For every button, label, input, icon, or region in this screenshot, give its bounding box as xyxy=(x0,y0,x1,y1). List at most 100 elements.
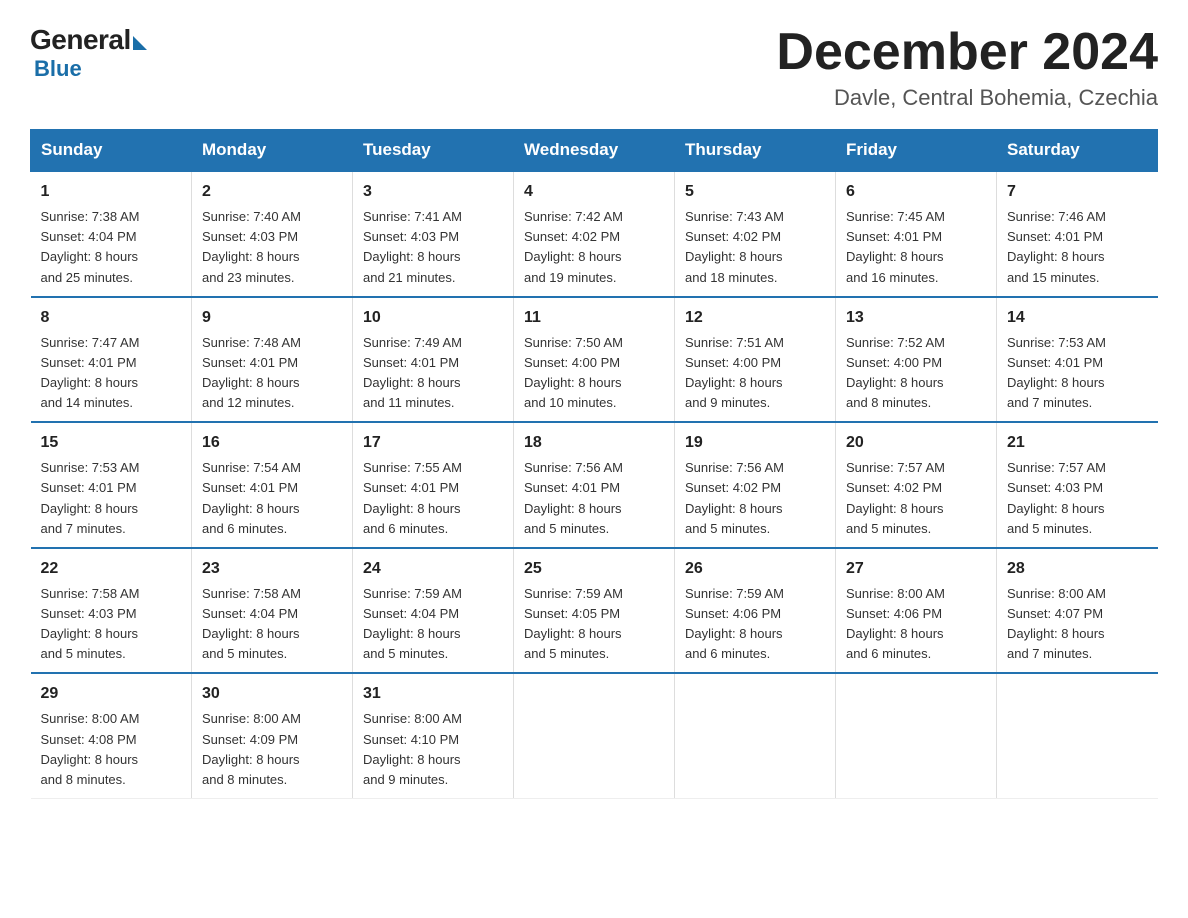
calendar-day-cell xyxy=(675,673,836,798)
calendar-week-row: 1 Sunrise: 7:38 AM Sunset: 4:04 PM Daylig… xyxy=(31,171,1158,297)
day-info: Sunrise: 7:38 AM Sunset: 4:04 PM Dayligh… xyxy=(41,207,182,288)
day-number: 8 xyxy=(41,306,182,330)
day-info: Sunrise: 8:00 AM Sunset: 4:07 PM Dayligh… xyxy=(1007,584,1148,665)
day-number: 23 xyxy=(202,557,342,581)
day-info: Sunrise: 7:57 AM Sunset: 4:03 PM Dayligh… xyxy=(1007,458,1148,539)
calendar-day-cell xyxy=(514,673,675,798)
calendar-day-header: Sunday xyxy=(31,130,192,172)
title-block: December 2024 Davle, Central Bohemia, Cz… xyxy=(776,24,1158,111)
day-number: 21 xyxy=(1007,431,1148,455)
calendar-day-cell: 2Sunrise: 7:40 AM Sunset: 4:03 PM Daylig… xyxy=(192,171,353,297)
calendar-day-cell: 5 Sunrise: 7:43 AM Sunset: 4:02 PM Daylig… xyxy=(675,171,836,297)
calendar-day-cell: 7 Sunrise: 7:46 AM Sunset: 4:01 PM Daylig… xyxy=(997,171,1158,297)
calendar-week-row: 8 Sunrise: 7:47 AM Sunset: 4:01 PM Daylig… xyxy=(31,297,1158,423)
calendar-day-cell: 23Sunrise: 7:58 AM Sunset: 4:04 PM Dayli… xyxy=(192,548,353,674)
calendar-week-row: 15 Sunrise: 7:53 AM Sunset: 4:01 PM Dayli… xyxy=(31,422,1158,548)
calendar-day-cell: 19 Sunrise: 7:56 AM Sunset: 4:02 PM Dayli… xyxy=(675,422,836,548)
day-number: 24 xyxy=(363,557,503,581)
calendar-day-header: Tuesday xyxy=(353,130,514,172)
calendar-day-cell: 24 Sunrise: 7:59 AM Sunset: 4:04 PM Dayli… xyxy=(353,548,514,674)
day-info: Sunrise: 7:41 AM Sunset: 4:03 PM Dayligh… xyxy=(363,207,503,288)
day-number: 25 xyxy=(524,557,664,581)
day-info: Sunrise: 7:59 AM Sunset: 4:06 PM Dayligh… xyxy=(685,584,825,665)
logo-arrow-icon xyxy=(133,36,147,50)
day-info: Sunrise: 7:51 AM Sunset: 4:00 PM Dayligh… xyxy=(685,333,825,414)
calendar-week-row: 29Sunrise: 8:00 AM Sunset: 4:08 PM Dayli… xyxy=(31,673,1158,798)
day-info: Sunrise: 7:56 AM Sunset: 4:02 PM Dayligh… xyxy=(685,458,825,539)
day-number: 1 xyxy=(41,180,182,204)
day-number: 5 xyxy=(685,180,825,204)
calendar-day-cell: 21 Sunrise: 7:57 AM Sunset: 4:03 PM Dayli… xyxy=(997,422,1158,548)
day-info: Sunrise: 7:54 AM Sunset: 4:01 PM Dayligh… xyxy=(202,458,342,539)
day-info: Sunrise: 7:43 AM Sunset: 4:02 PM Dayligh… xyxy=(685,207,825,288)
logo: General Blue xyxy=(30,24,147,82)
day-number: 10 xyxy=(363,306,503,330)
day-number: 6 xyxy=(846,180,986,204)
calendar-day-cell: 30 Sunrise: 8:00 AM Sunset: 4:09 PM Dayli… xyxy=(192,673,353,798)
day-number: 15 xyxy=(41,431,182,455)
calendar-day-cell: 12 Sunrise: 7:51 AM Sunset: 4:00 PM Dayli… xyxy=(675,297,836,423)
calendar-day-cell: 1 Sunrise: 7:38 AM Sunset: 4:04 PM Daylig… xyxy=(31,171,192,297)
day-info: Sunrise: 7:46 AM Sunset: 4:01 PM Dayligh… xyxy=(1007,207,1148,288)
day-number: 13 xyxy=(846,306,986,330)
calendar-day-header: Saturday xyxy=(997,130,1158,172)
calendar-day-cell: 14 Sunrise: 7:53 AM Sunset: 4:01 PM Dayli… xyxy=(997,297,1158,423)
calendar-day-cell: 22Sunrise: 7:58 AM Sunset: 4:03 PM Dayli… xyxy=(31,548,192,674)
day-number: 2 xyxy=(202,180,342,204)
calendar-header-row: SundayMondayTuesdayWednesdayThursdayFrid… xyxy=(31,130,1158,172)
calendar-day-cell: 17Sunrise: 7:55 AM Sunset: 4:01 PM Dayli… xyxy=(353,422,514,548)
calendar-day-cell xyxy=(836,673,997,798)
day-info: Sunrise: 7:56 AM Sunset: 4:01 PM Dayligh… xyxy=(524,458,664,539)
day-number: 12 xyxy=(685,306,825,330)
day-info: Sunrise: 8:00 AM Sunset: 4:09 PM Dayligh… xyxy=(202,709,342,790)
page-header: General Blue December 2024 Davle, Centra… xyxy=(30,24,1158,111)
day-number: 30 xyxy=(202,682,342,706)
day-number: 26 xyxy=(685,557,825,581)
day-info: Sunrise: 8:00 AM Sunset: 4:06 PM Dayligh… xyxy=(846,584,986,665)
day-info: Sunrise: 7:49 AM Sunset: 4:01 PM Dayligh… xyxy=(363,333,503,414)
calendar-day-header: Friday xyxy=(836,130,997,172)
day-info: Sunrise: 7:42 AM Sunset: 4:02 PM Dayligh… xyxy=(524,207,664,288)
day-number: 28 xyxy=(1007,557,1148,581)
calendar-day-cell: 15 Sunrise: 7:53 AM Sunset: 4:01 PM Dayli… xyxy=(31,422,192,548)
day-number: 7 xyxy=(1007,180,1148,204)
day-info: Sunrise: 7:53 AM Sunset: 4:01 PM Dayligh… xyxy=(1007,333,1148,414)
main-title: December 2024 xyxy=(776,24,1158,81)
calendar-day-cell: 25 Sunrise: 7:59 AM Sunset: 4:05 PM Dayli… xyxy=(514,548,675,674)
calendar-day-cell: 13 Sunrise: 7:52 AM Sunset: 4:00 PM Dayli… xyxy=(836,297,997,423)
calendar-day-cell: 6 Sunrise: 7:45 AM Sunset: 4:01 PM Daylig… xyxy=(836,171,997,297)
logo-general-text: General xyxy=(30,24,131,56)
day-info: Sunrise: 7:50 AM Sunset: 4:00 PM Dayligh… xyxy=(524,333,664,414)
calendar-day-header: Thursday xyxy=(675,130,836,172)
day-info: Sunrise: 7:57 AM Sunset: 4:02 PM Dayligh… xyxy=(846,458,986,539)
calendar-day-cell: 26 Sunrise: 7:59 AM Sunset: 4:06 PM Dayli… xyxy=(675,548,836,674)
calendar-day-cell: 20Sunrise: 7:57 AM Sunset: 4:02 PM Dayli… xyxy=(836,422,997,548)
day-info: Sunrise: 7:58 AM Sunset: 4:03 PM Dayligh… xyxy=(41,584,182,665)
day-info: Sunrise: 7:59 AM Sunset: 4:04 PM Dayligh… xyxy=(363,584,503,665)
calendar-day-cell: 4 Sunrise: 7:42 AM Sunset: 4:02 PM Daylig… xyxy=(514,171,675,297)
calendar-day-cell: 18 Sunrise: 7:56 AM Sunset: 4:01 PM Dayli… xyxy=(514,422,675,548)
day-info: Sunrise: 7:47 AM Sunset: 4:01 PM Dayligh… xyxy=(41,333,182,414)
calendar-day-cell: 9Sunrise: 7:48 AM Sunset: 4:01 PM Daylig… xyxy=(192,297,353,423)
day-info: Sunrise: 7:52 AM Sunset: 4:00 PM Dayligh… xyxy=(846,333,986,414)
day-number: 27 xyxy=(846,557,986,581)
calendar-day-header: Monday xyxy=(192,130,353,172)
day-number: 18 xyxy=(524,431,664,455)
calendar-day-header: Wednesday xyxy=(514,130,675,172)
calendar-day-cell: 10 Sunrise: 7:49 AM Sunset: 4:01 PM Dayli… xyxy=(353,297,514,423)
day-number: 4 xyxy=(524,180,664,204)
day-number: 31 xyxy=(363,682,503,706)
calendar-day-cell: 27 Sunrise: 8:00 AM Sunset: 4:06 PM Dayli… xyxy=(836,548,997,674)
calendar-day-cell: 29Sunrise: 8:00 AM Sunset: 4:08 PM Dayli… xyxy=(31,673,192,798)
day-info: Sunrise: 7:59 AM Sunset: 4:05 PM Dayligh… xyxy=(524,584,664,665)
day-number: 16 xyxy=(202,431,342,455)
day-info: Sunrise: 7:45 AM Sunset: 4:01 PM Dayligh… xyxy=(846,207,986,288)
day-info: Sunrise: 8:00 AM Sunset: 4:08 PM Dayligh… xyxy=(41,709,182,790)
day-number: 14 xyxy=(1007,306,1148,330)
calendar-day-cell xyxy=(997,673,1158,798)
day-info: Sunrise: 8:00 AM Sunset: 4:10 PM Dayligh… xyxy=(363,709,503,790)
day-info: Sunrise: 7:53 AM Sunset: 4:01 PM Dayligh… xyxy=(41,458,182,539)
day-number: 3 xyxy=(363,180,503,204)
day-number: 19 xyxy=(685,431,825,455)
calendar-table: SundayMondayTuesdayWednesdayThursdayFrid… xyxy=(30,129,1158,799)
